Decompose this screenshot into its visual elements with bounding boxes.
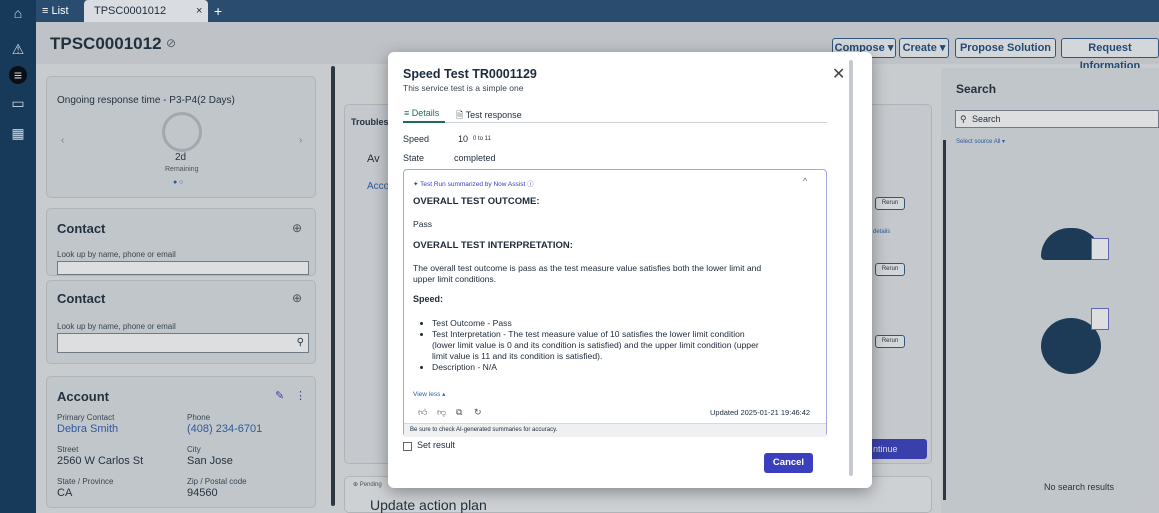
tab-indicator <box>403 121 445 123</box>
collapse-icon[interactable]: ^ <box>803 176 807 186</box>
thumbs-up-icon[interactable]: 👍︎ <box>418 407 427 418</box>
list-icon[interactable]: ≡ <box>9 66 27 84</box>
document-small-icon: 🗎 <box>456 110 466 120</box>
home-icon[interactable]: ⌂ <box>9 4 27 22</box>
disclaimer-text: Be sure to check AI-generated summaries … <box>410 427 558 433</box>
view-less-link[interactable]: View less ▴ <box>413 390 445 398</box>
summary-box: ✦ Test Run summarized by Now Assist ⓘ ^ … <box>403 169 827 437</box>
calendar-icon[interactable]: ▦ <box>9 124 27 142</box>
left-rail: ⌂ ⚠ ≡ ▭ ▦ <box>0 0 36 513</box>
updated-timestamp: Updated 2025-01-21 19:46:42 <box>710 408 811 417</box>
thumbs-down-icon[interactable]: 👎︎ <box>437 407 446 418</box>
speed-bullets: Test Outcome - Pass Test Interpretation … <box>432 318 759 373</box>
speed-heading: Speed: <box>413 294 444 304</box>
speed-range: 0 to 11 <box>473 136 491 142</box>
tab-response-label: Test response <box>465 110 522 120</box>
cancel-button[interactable]: Cancel <box>764 453 813 473</box>
interp-line-2: upper limit conditions. <box>413 274 497 284</box>
disclaimer-bar: Be sure to check AI-generated summaries … <box>404 423 826 437</box>
record-tab[interactable]: TPSC0001012 × <box>84 0 208 22</box>
bullet-interp-2: (lower limit value is 0 and its conditio… <box>432 340 759 350</box>
alert-icon[interactable]: ⚠ <box>9 40 27 58</box>
list-tab[interactable]: ≡ List <box>42 0 69 22</box>
modal-subtitle: This service test is a simple one <box>403 83 524 93</box>
speed-label: Speed <box>403 134 430 144</box>
speed-value: 10 <box>458 134 469 144</box>
bullet-outcome: Test Outcome - Pass <box>432 318 759 329</box>
state-value: completed <box>454 153 496 163</box>
outcome-heading: OVERALL TEST OUTCOME: <box>413 196 540 207</box>
set-result-checkbox[interactable] <box>403 442 412 451</box>
refresh-icon[interactable]: ↻ <box>474 407 482 418</box>
bullet-interpretation: Test Interpretation - The test measure v… <box>432 329 759 362</box>
set-result-label: Set result <box>417 440 456 450</box>
tab-divider <box>403 122 827 123</box>
bullet-description: Description - N/A <box>432 362 759 373</box>
tab-bar: ≡ List TPSC0001012 × + <box>36 0 1159 22</box>
record-tab-label: TPSC0001012 <box>94 5 167 17</box>
info-icon: ⓘ <box>525 181 534 188</box>
copy-icon[interactable]: ⧉ <box>456 407 462 418</box>
close-icon[interactable]: ✕ <box>832 64 845 84</box>
bullet-interp-1: Test Interpretation - The test measure v… <box>432 329 745 339</box>
close-tab-icon[interactable]: × <box>196 0 202 22</box>
tab-details[interactable]: ≡ Details <box>404 108 439 118</box>
interp-line-1: The overall test outcome is pass as the … <box>413 263 762 273</box>
state-label: State <box>403 153 425 163</box>
modal-scrollbar[interactable] <box>849 60 853 476</box>
summary-header: ✦ Test Run summarized by Now Assist ⓘ <box>413 178 534 188</box>
add-tab-icon[interactable]: + <box>214 0 222 22</box>
tab-details-label: Details <box>411 108 440 118</box>
summary-header-text: Test Run summarized by Now Assist <box>420 181 526 188</box>
bullet-interp-3: limit value is 11 and its condition is s… <box>432 351 603 361</box>
workspace-icon[interactable]: ▭ <box>9 94 27 112</box>
interp-heading: OVERALL TEST INTERPRETATION: <box>413 240 573 251</box>
outcome-value: Pass <box>413 219 433 229</box>
speed-test-modal: Speed Test TR0001129 This service test i… <box>388 52 872 488</box>
details-icon: ≡ <box>404 108 412 118</box>
modal-title: Speed Test TR0001129 <box>403 67 537 81</box>
